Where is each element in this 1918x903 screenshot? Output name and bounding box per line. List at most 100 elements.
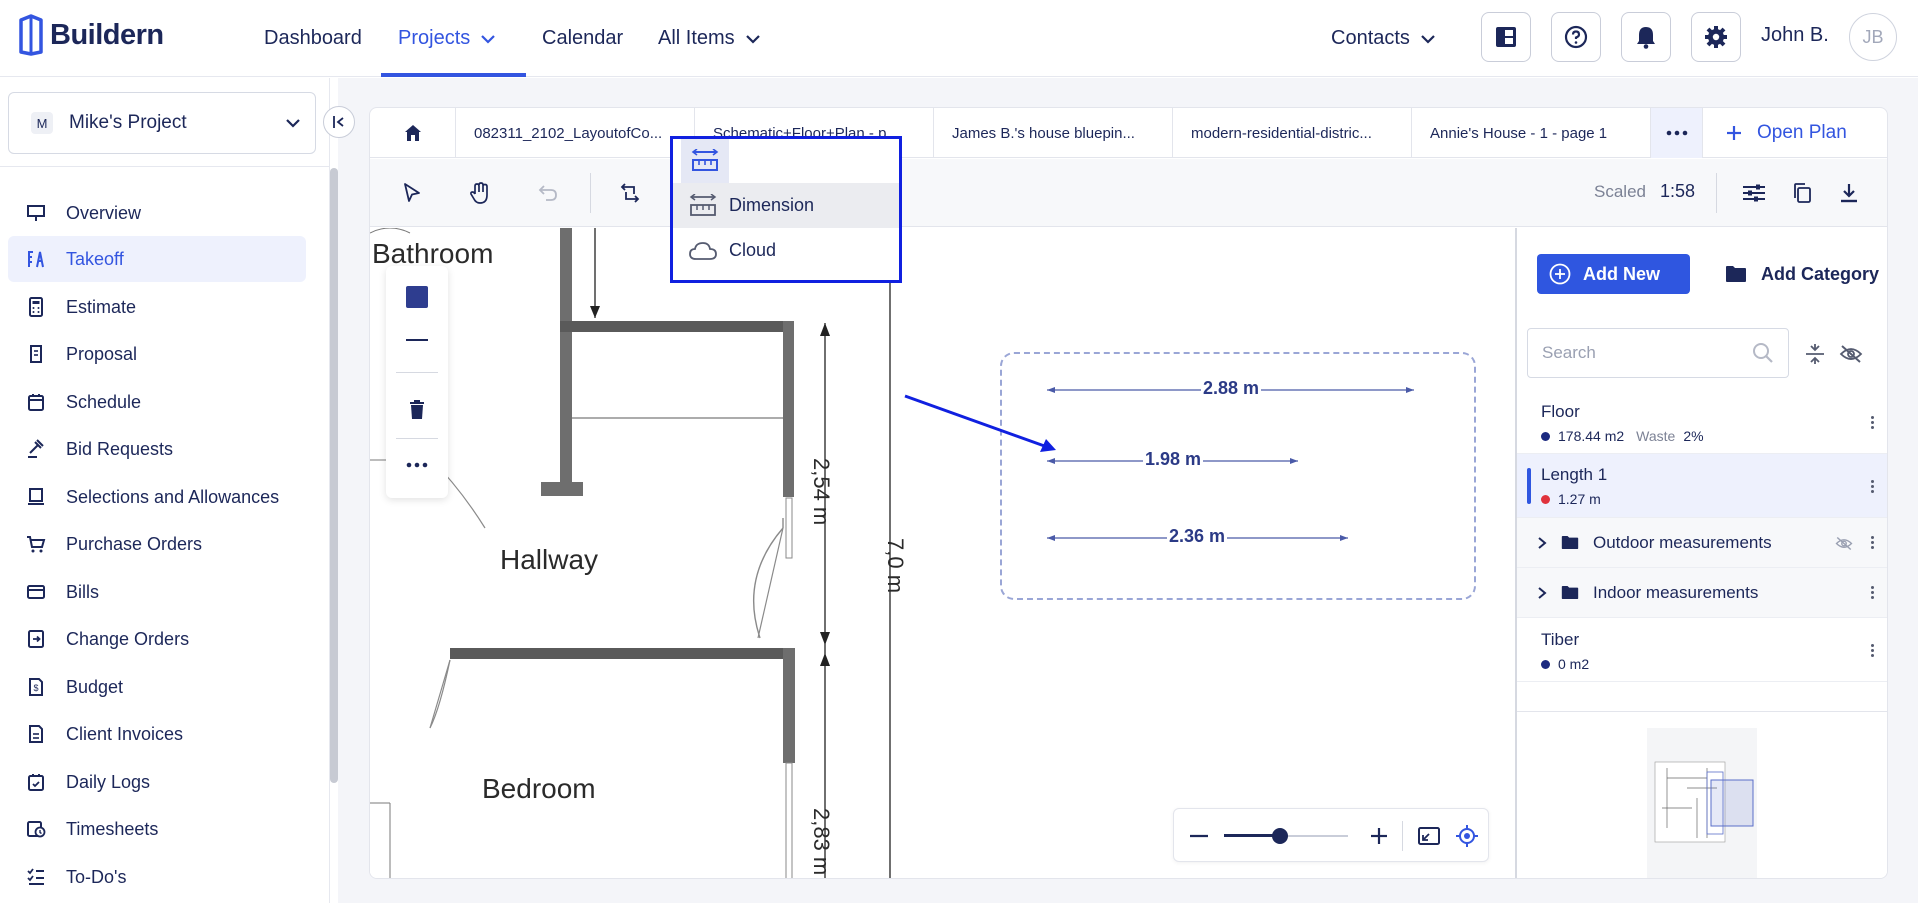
takeoff-item-length-1[interactable]: Length 1 1.27 m — [1517, 454, 1887, 518]
item-menu-icon[interactable] — [1869, 416, 1875, 429]
dimension-tool-button[interactable] — [673, 139, 899, 183]
fit-screen-icon[interactable] — [1418, 826, 1440, 846]
scale-value[interactable]: 1:58 — [1660, 181, 1695, 202]
help-button[interactable] — [1551, 12, 1601, 62]
download-button[interactable] — [1825, 169, 1873, 217]
sidebar-item-selections[interactable]: Selections and Allowances — [8, 474, 306, 520]
notifications-button[interactable] — [1621, 12, 1671, 62]
sidebar-item-estimate[interactable]: Estimate — [8, 284, 306, 330]
undo-button[interactable] — [524, 169, 572, 217]
search-placeholder: Search — [1542, 343, 1596, 362]
open-plan-button[interactable]: Open Plan — [1703, 108, 1887, 157]
dropdown-item-label: Dimension — [729, 195, 815, 215]
takeoff-icon — [28, 251, 44, 268]
sidebar-item-daily-logs[interactable]: Daily Logs — [8, 759, 306, 805]
select-tool-button[interactable] — [388, 169, 436, 217]
eye-off-icon[interactable] — [1835, 536, 1853, 551]
sidebar-scrollbar[interactable] — [330, 168, 338, 783]
more-tabs-button[interactable] — [1651, 108, 1703, 158]
expand-collapse-button[interactable] — [1801, 340, 1829, 368]
more-horizontal-icon — [1666, 130, 1687, 136]
nav-calendar[interactable]: Calendar — [542, 0, 623, 77]
nav-contacts[interactable]: Contacts — [1331, 0, 1436, 77]
toggle-visibility-button[interactable] — [1837, 340, 1865, 368]
folder-icon — [1561, 585, 1579, 600]
folder-icon — [1726, 266, 1746, 282]
takeoff-panel: 082311_2102_LayoutofCo... Schematic+Floo… — [369, 107, 1888, 879]
chevron-down-icon — [286, 119, 300, 128]
nav-dashboard-label: Dashboard — [264, 27, 362, 49]
plan-canvas[interactable]: Bathroom Hallway Bedroom 2,54 m 7,0 m 2,… — [370, 228, 1515, 878]
item-details: 0 m2 — [1541, 656, 1589, 672]
tab-plan-5[interactable]: Annie's House - 1 - page 1 — [1412, 108, 1651, 158]
sidebar-item-takeoff[interactable]: Takeoff — [8, 236, 306, 282]
nav-projects-label: Projects — [398, 27, 471, 49]
tab-plan-1[interactable]: 082311_2102_LayoutofCo... — [456, 108, 695, 158]
folder-label: Outdoor measurements — [1593, 532, 1772, 552]
item-details: 178.44 m2 Waste 2% — [1541, 428, 1704, 444]
tab-home[interactable] — [370, 108, 456, 158]
plan-minimap[interactable] — [1647, 728, 1757, 878]
dashboard-layout-button[interactable] — [1481, 12, 1531, 62]
minimap-drawing — [1654, 761, 1754, 843]
item-menu-icon[interactable] — [1869, 480, 1875, 493]
sidebar-item-label: Proposal — [66, 343, 138, 364]
sidebar-item-timesheets[interactable]: Timesheets — [8, 806, 306, 852]
category-folder-indoor[interactable]: Indoor measurements — [1517, 568, 1887, 618]
sidebar-item-proposal[interactable]: Proposal — [8, 331, 306, 377]
project-selector[interactable]: M Mike's Project — [8, 92, 316, 154]
sidebar-item-budget[interactable]: $ Budget — [8, 664, 306, 710]
collapse-sidebar-button[interactable] — [323, 106, 355, 138]
zoom-slider-handle[interactable] — [1272, 828, 1288, 844]
settings-sliders-button[interactable] — [1730, 169, 1778, 217]
dropdown-item-dimension[interactable]: Dimension — [673, 183, 899, 228]
tab-plan-3[interactable]: James B.'s house bluepin... — [934, 108, 1173, 158]
toolbar-separator — [590, 173, 591, 213]
waste-label: Waste — [1636, 428, 1676, 444]
copy-button[interactable] — [1778, 169, 1826, 217]
search-input[interactable]: Search — [1527, 328, 1789, 378]
plan-tabs: 082311_2102_LayoutofCo... Schematic+Floo… — [370, 108, 1887, 158]
sidebar-item-client-invoices[interactable]: Client Invoices — [8, 711, 306, 757]
nav-projects[interactable]: Projects — [398, 0, 496, 77]
user-name[interactable]: John B. — [1761, 24, 1829, 47]
sidebar-item-label: To-Do's — [66, 866, 127, 887]
dimension-tool-dropdown: Dimension Cloud — [670, 136, 902, 283]
settings-button[interactable] — [1691, 12, 1741, 62]
sidebar-item-overview[interactable]: Overview — [8, 190, 306, 236]
add-new-button[interactable]: Add New — [1537, 254, 1690, 294]
folder-menu-icon[interactable] — [1869, 536, 1875, 549]
change-order-icon — [28, 630, 44, 648]
item-color-dot — [1541, 659, 1550, 669]
sidebar-item-change-orders[interactable]: Change Orders — [8, 616, 306, 662]
nav-dashboard[interactable]: Dashboard — [264, 0, 362, 77]
cart-icon — [27, 536, 46, 553]
locate-icon[interactable] — [1456, 825, 1478, 847]
nav-active-indicator — [381, 73, 526, 77]
zoom-out-icon[interactable] — [1190, 834, 1208, 838]
sliders-icon — [1743, 184, 1765, 202]
item-menu-icon[interactable] — [1869, 644, 1875, 657]
pan-tool-button[interactable] — [456, 169, 504, 217]
sidebar-item-label: Bid Requests — [66, 438, 174, 459]
avatar[interactable]: JB — [1849, 13, 1897, 61]
sidebar-item-schedule[interactable]: Schedule — [8, 379, 306, 425]
category-folder-outdoor[interactable]: Outdoor measurements — [1517, 518, 1887, 568]
nav-all-items[interactable]: All Items — [658, 0, 761, 77]
sidebar-item-bid-requests[interactable]: Bid Requests — [8, 426, 306, 472]
folder-menu-icon[interactable] — [1869, 586, 1875, 599]
search-icon — [1753, 343, 1773, 363]
takeoff-item-floor[interactable]: Floor 178.44 m2 Waste 2% — [1517, 390, 1887, 454]
logo[interactable]: Buildern — [18, 10, 164, 60]
add-category-button[interactable]: Add Category — [1725, 254, 1879, 294]
takeoff-item-tiber[interactable]: Tiber 0 m2 — [1517, 618, 1887, 682]
compare-button[interactable] — [606, 169, 654, 217]
cloud-icon — [689, 241, 717, 260]
dropdown-item-cloud[interactable]: Cloud — [673, 228, 899, 273]
sidebar-item-purchase-orders[interactable]: Purchase Orders — [8, 521, 306, 567]
tab-plan-4[interactable]: modern-residential-distric... — [1173, 108, 1412, 158]
sidebar-item-todos[interactable]: To-Do's — [8, 854, 306, 900]
zoom-in-icon[interactable] — [1370, 827, 1388, 845]
add-new-label: Add New — [1583, 263, 1661, 284]
sidebar-item-bills[interactable]: Bills — [8, 569, 306, 615]
